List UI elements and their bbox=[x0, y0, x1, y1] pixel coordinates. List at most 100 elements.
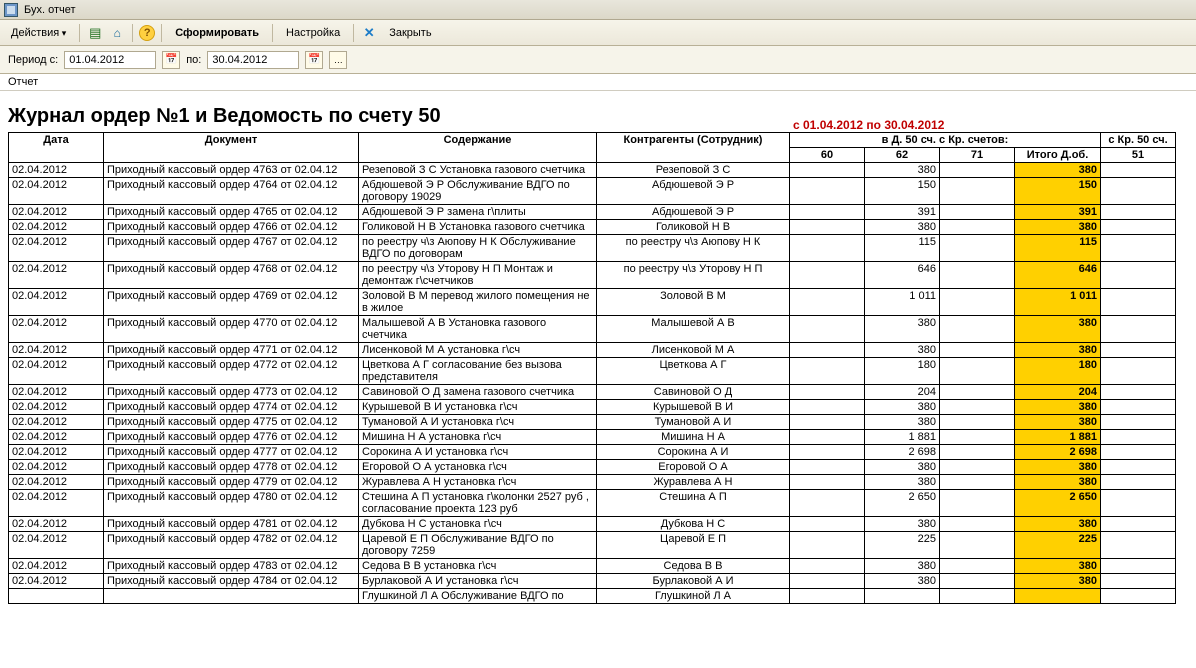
table-row[interactable]: 02.04.2012Приходный кассовый ордер 4779 … bbox=[9, 475, 1176, 490]
cell-doc: Приходный кассовый ордер 4764 от 02.04.1… bbox=[104, 178, 359, 205]
cell-date: 02.04.2012 bbox=[9, 517, 104, 532]
cell-desc: Бурлаковой А И установка г\сч bbox=[359, 574, 597, 589]
table-row[interactable]: 02.04.2012Приходный кассовый ордер 4770 … bbox=[9, 316, 1176, 343]
report-date-range: с 01.04.2012 по 30.04.2012 bbox=[793, 118, 1188, 132]
table-row[interactable]: 02.04.2012Приходный кассовый ордер 4778 … bbox=[9, 460, 1176, 475]
table-row[interactable]: 02.04.2012Приходный кассовый ордер 4783 … bbox=[9, 559, 1176, 574]
table-row[interactable]: 02.04.2012Приходный кассовый ордер 4775 … bbox=[9, 415, 1176, 430]
cell-62: 380 bbox=[865, 316, 940, 343]
cell-51 bbox=[1101, 430, 1176, 445]
cell-doc: Приходный кассовый ордер 4776 от 02.04.1… bbox=[104, 430, 359, 445]
cell-desc: Царевой Е П Обслуживание ВДГО по договор… bbox=[359, 532, 597, 559]
cell-desc: Голиковой Н В Установка газового счетчик… bbox=[359, 220, 597, 235]
cell-desc: Золовой В М перевод жилого помещения не … bbox=[359, 289, 597, 316]
report-table: Дата Документ Содержание Контрагенты (Со… bbox=[8, 132, 1176, 604]
cell-60 bbox=[790, 385, 865, 400]
cell-71 bbox=[940, 358, 1015, 385]
form-button[interactable]: Сформировать bbox=[168, 24, 266, 42]
cell-date: 02.04.2012 bbox=[9, 445, 104, 460]
cell-contr: Бурлаковой А И bbox=[597, 574, 790, 589]
cell-51 bbox=[1101, 385, 1176, 400]
cell-date: 02.04.2012 bbox=[9, 490, 104, 517]
close-button[interactable]: Закрыть bbox=[382, 24, 438, 42]
help-icon[interactable]: ? bbox=[139, 25, 155, 41]
cell-71 bbox=[940, 559, 1015, 574]
cell-62: 380 bbox=[865, 220, 940, 235]
col-date: Дата bbox=[9, 133, 104, 163]
period-from-label: Период с: bbox=[8, 54, 58, 66]
table-row[interactable]: 02.04.2012Приходный кассовый ордер 4771 … bbox=[9, 343, 1176, 358]
cell-71 bbox=[940, 430, 1015, 445]
cell-71 bbox=[940, 343, 1015, 358]
table-row[interactable]: 02.04.2012Приходный кассовый ордер 4765 … bbox=[9, 205, 1176, 220]
cell-71 bbox=[940, 517, 1015, 532]
table-row[interactable]: 02.04.2012Приходный кассовый ордер 4772 … bbox=[9, 358, 1176, 385]
table-row[interactable]: 02.04.2012Приходный кассовый ордер 4780 … bbox=[9, 490, 1176, 517]
cell-doc: Приходный кассовый ордер 4768 от 02.04.1… bbox=[104, 262, 359, 289]
cell-51 bbox=[1101, 589, 1176, 604]
table-row[interactable]: 02.04.2012Приходный кассовый ордер 4776 … bbox=[9, 430, 1176, 445]
cell-doc: Приходный кассовый ордер 4775 от 02.04.1… bbox=[104, 415, 359, 430]
settings-button[interactable]: Настройка bbox=[279, 24, 347, 42]
table-row[interactable]: 02.04.2012Приходный кассовый ордер 4777 … bbox=[9, 445, 1176, 460]
calendar-to-icon[interactable]: 📅 bbox=[305, 51, 323, 69]
cell-60 bbox=[790, 430, 865, 445]
cell-60 bbox=[790, 460, 865, 475]
cell-51 bbox=[1101, 220, 1176, 235]
cell-doc: Приходный кассовый ордер 4763 от 02.04.1… bbox=[104, 163, 359, 178]
period-to-input[interactable] bbox=[207, 51, 299, 69]
cell-doc: Приходный кассовый ордер 4769 от 02.04.1… bbox=[104, 289, 359, 316]
table-row[interactable]: Глушкиной Л А Обслуживание ВДГО поГлушки… bbox=[9, 589, 1176, 604]
open-icon[interactable]: ▤ bbox=[86, 24, 104, 42]
cell-71 bbox=[940, 385, 1015, 400]
cell-desc: Тумановой А И установка г\сч bbox=[359, 415, 597, 430]
cell-71 bbox=[940, 400, 1015, 415]
cell-contr: Тумановой А И bbox=[597, 415, 790, 430]
cell-60 bbox=[790, 235, 865, 262]
cell-62: 1 881 bbox=[865, 430, 940, 445]
cell-desc: по реестру ч\з Аюпову Н К Обслуживание В… bbox=[359, 235, 597, 262]
table-row[interactable]: 02.04.2012Приходный кассовый ордер 4768 … bbox=[9, 262, 1176, 289]
cell-71 bbox=[940, 574, 1015, 589]
cell-62 bbox=[865, 589, 940, 604]
cell-total bbox=[1015, 589, 1101, 604]
cell-contr: Дубкова Н С bbox=[597, 517, 790, 532]
calendar-from-icon[interactable]: 📅 bbox=[162, 51, 180, 69]
cell-51 bbox=[1101, 400, 1176, 415]
cell-51 bbox=[1101, 178, 1176, 205]
cell-71 bbox=[940, 220, 1015, 235]
cell-62: 391 bbox=[865, 205, 940, 220]
cell-60 bbox=[790, 400, 865, 415]
cell-62: 225 bbox=[865, 532, 940, 559]
table-row[interactable]: 02.04.2012Приходный кассовый ордер 4764 … bbox=[9, 178, 1176, 205]
actions-menu[interactable]: Действия bbox=[4, 24, 73, 42]
table-row[interactable]: 02.04.2012Приходный кассовый ордер 4769 … bbox=[9, 289, 1176, 316]
period-picker-button[interactable]: … bbox=[329, 51, 347, 69]
close-icon[interactable]: ✕ bbox=[360, 24, 378, 42]
cell-total: 180 bbox=[1015, 358, 1101, 385]
table-row[interactable]: 02.04.2012Приходный кассовый ордер 4784 … bbox=[9, 574, 1176, 589]
table-row[interactable]: 02.04.2012Приходный кассовый ордер 4782 … bbox=[9, 532, 1176, 559]
cell-total: 380 bbox=[1015, 559, 1101, 574]
cell-desc: Журавлева А Н установка г\сч bbox=[359, 475, 597, 490]
table-row[interactable]: 02.04.2012Приходный кассовый ордер 4781 … bbox=[9, 517, 1176, 532]
period-from-input[interactable] bbox=[64, 51, 156, 69]
cell-62: 380 bbox=[865, 400, 940, 415]
table-row[interactable]: 02.04.2012Приходный кассовый ордер 4766 … bbox=[9, 220, 1176, 235]
table-row[interactable]: 02.04.2012Приходный кассовый ордер 4774 … bbox=[9, 400, 1176, 415]
cell-date bbox=[9, 589, 104, 604]
cell-60 bbox=[790, 316, 865, 343]
cell-71 bbox=[940, 163, 1015, 178]
cell-total: 1 011 bbox=[1015, 289, 1101, 316]
cell-contr: Мишина Н А bbox=[597, 430, 790, 445]
cell-contr: Малышевой А В bbox=[597, 316, 790, 343]
cell-desc: Лисенковой М А установка г\сч bbox=[359, 343, 597, 358]
report-title: Журнал ордер №1 и Ведомость по счету 50 bbox=[8, 105, 793, 128]
table-row[interactable]: 02.04.2012Приходный кассовый ордер 4767 … bbox=[9, 235, 1176, 262]
home-icon[interactable]: ⌂ bbox=[108, 24, 126, 42]
cell-62: 380 bbox=[865, 415, 940, 430]
cell-date: 02.04.2012 bbox=[9, 385, 104, 400]
cell-date: 02.04.2012 bbox=[9, 475, 104, 490]
table-row[interactable]: 02.04.2012Приходный кассовый ордер 4773 … bbox=[9, 385, 1176, 400]
table-row[interactable]: 02.04.2012Приходный кассовый ордер 4763 … bbox=[9, 163, 1176, 178]
